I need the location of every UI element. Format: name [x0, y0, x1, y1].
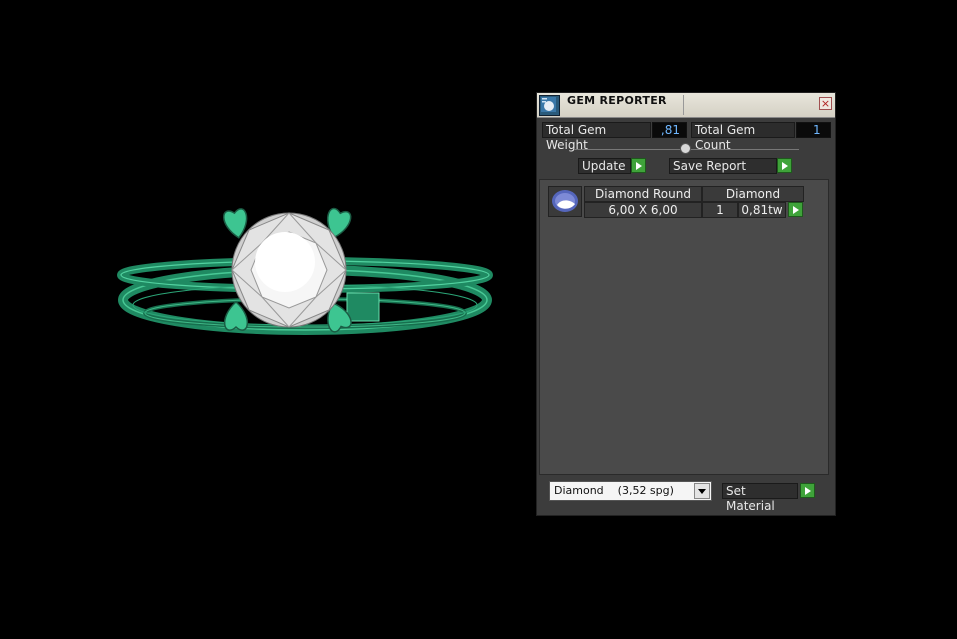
gem-size-cell: 6,00 X 6,00 [584, 202, 702, 218]
chevron-down-icon[interactable] [694, 483, 710, 499]
title-separator [683, 95, 684, 115]
save-report-go-icon[interactable] [777, 158, 792, 173]
set-material-button[interactable]: Set Material [722, 483, 798, 513]
panel-title: GEM REPORTER [567, 94, 667, 107]
gem-reporter-panel: GEM REPORTER × Total Gem Weight ,81 Tota… [536, 92, 836, 516]
material-select[interactable]: Diamond (3,52 spg) [549, 481, 712, 501]
set-material-go-icon[interactable] [800, 483, 815, 498]
close-icon[interactable]: × [819, 97, 832, 110]
slider-handle[interactable] [680, 143, 691, 154]
gem-material-cell: Diamond [702, 186, 804, 202]
title-bar[interactable]: GEM REPORTER × [537, 93, 835, 118]
material-select-value: Diamond (3,52 spg) [554, 484, 674, 497]
gem-row-go-icon[interactable] [788, 202, 803, 217]
total-gem-weight-value: ,81 [652, 122, 687, 138]
gem-count-cell: 1 [702, 202, 738, 218]
round-gem-icon [548, 186, 582, 217]
gem-name-cell: Diamond Round [584, 186, 702, 202]
gem-reporter-icon [539, 95, 560, 116]
total-gem-weight-label: Total Gem Weight [542, 122, 651, 152]
update-button[interactable]: Update [578, 158, 631, 174]
diamond-stone [231, 212, 347, 328]
total-gem-count-label: Total Gem Count [691, 122, 795, 152]
gem-weight-cell: 0,81tw [738, 202, 786, 218]
gem-list: Diamond Round Diamond 6,00 X 6,00 1 0,81… [539, 179, 829, 475]
update-go-icon[interactable] [631, 158, 646, 173]
total-gem-count-value: 1 [796, 122, 831, 138]
save-report-button[interactable]: Save Report [669, 158, 777, 174]
